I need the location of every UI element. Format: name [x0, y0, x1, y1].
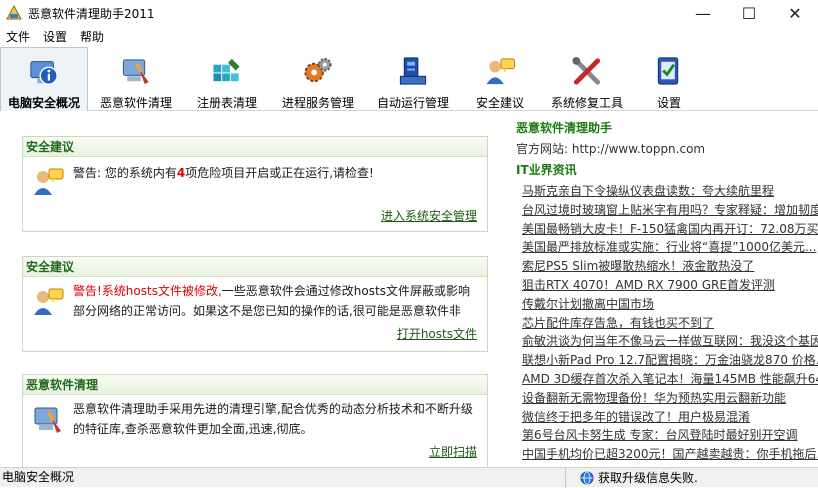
security-advice-card-2: 安全建议 警告!系统hosts文件被修改,一些恶意软件会通过修改hosts文件屏… — [22, 256, 488, 352]
news-link[interactable]: 传戴尔计划撤离中国市场 — [522, 295, 818, 314]
news-link[interactable]: 中国手机均价已超3200元！国产越卖越贵：你手机拖后... — [522, 445, 818, 464]
news-link[interactable]: 美国最畅销大皮卡！F-150猛禽国内再开订：72.08万买... — [522, 220, 818, 239]
news-link[interactable]: 索尼PS5 Slim被曝散热缩水！液金散热没了 — [522, 257, 818, 276]
news-link[interactable]: 设备翻新无需物理备份！华为预热实用云翻新功能 — [522, 389, 818, 408]
tab-label: 电脑安全概况 — [7, 96, 80, 110]
news-link[interactable]: 微信终于把多年的错误改了！用户极易混淆 — [522, 408, 818, 427]
news-link[interactable]: 第6号台风卡努生成 专家：台风登陆时最好别开空调 — [522, 426, 818, 445]
registry-clean-icon — [213, 58, 240, 82]
menu-file[interactable]: 文件 — [0, 28, 37, 45]
malware-clean-icon — [122, 59, 149, 85]
status-current-view: 电脑安全概况 — [0, 467, 566, 488]
tab-registry-clean[interactable]: 注册表清理 — [184, 47, 270, 111]
news-link[interactable]: 俞敏洪谈为何当年不像马云一样做互联网：我没这个基因 — [522, 332, 818, 351]
status-update: 获取升级信息失败. — [566, 469, 698, 486]
news-link[interactable]: 联想小新Pad Pro 12.7配置揭晓：万金油骁龙870 价格... — [522, 351, 818, 370]
news-link[interactable]: AMD 3D缓存首次杀入笔记本！海量145MB 性能飙升64 — [522, 370, 818, 389]
gears-icon — [304, 57, 332, 83]
repair-tools-icon — [572, 56, 601, 85]
minimize-button[interactable]: — — [680, 0, 726, 26]
danger-count: 4 — [176, 166, 186, 180]
malware-clean-card: 恶意软件清理 恶意软件清理助手采用先进的清理引擎,配合优秀的动态分析技术和不断升… — [22, 374, 488, 467]
news-link[interactable]: 马斯克亲自下令操纵仪表盘读数：夸大续航里程 — [522, 182, 818, 201]
advisor-icon — [34, 168, 64, 195]
product-title: 恶意软件清理助手 — [516, 121, 613, 135]
overview-panel: 安全建议 警告: 您的系统内有4项危险项目开启或正在运行,请检查! 进入系统安全… — [0, 112, 508, 467]
globe-icon — [580, 471, 594, 484]
tab-label: 进程服务管理 — [281, 96, 354, 110]
tab-settings[interactable]: 设置 — [634, 47, 704, 111]
autorun-icon — [399, 57, 427, 85]
hosts-warning: 警告!系统hosts文件被修改, — [73, 284, 222, 298]
computer-info-icon — [30, 61, 58, 85]
card-message: 恶意软件清理助手采用先进的清理引擎,配合优秀的动态分析技术和不断升级的特征库,查… — [73, 402, 473, 436]
news-link[interactable]: 台风过境时玻璃窗上贴米字有用吗？专家释疑：增加韧度 — [522, 201, 818, 220]
card-title: 恶意软件清理 — [23, 375, 487, 395]
main-toolbar: 电脑安全概况 恶意软件清理 注册表清理 进程服务管理 自动运行管理 安全建议 系… — [0, 47, 818, 111]
settings-checklist-icon — [657, 57, 679, 85]
news-link[interactable]: 芯片配件库存告急，有钱也买不到了 — [522, 314, 818, 333]
scan-now-link[interactable]: 立即扫描 — [429, 443, 477, 460]
tab-label: 注册表清理 — [196, 96, 257, 110]
card-message: 警告!系统hosts文件被修改,一些恶意软件会通过修改hosts文件屏蔽或影响部… — [73, 284, 470, 318]
status-bar: 电脑安全概况 获取升级信息失败. — [0, 467, 818, 488]
open-hosts-link[interactable]: 打开hosts文件 — [397, 325, 477, 342]
menu-settings[interactable]: 设置 — [37, 28, 74, 45]
window-title: 恶意软件清理助手2011 — [28, 6, 155, 21]
info-panel: 恶意软件清理助手 官方网站: http://www.toppn.com IT业界… — [508, 112, 818, 467]
tab-security-advice[interactable]: 安全建议 — [460, 47, 540, 111]
tab-label: 系统修复工具 — [550, 96, 623, 110]
card-title: 安全建议 — [23, 257, 487, 277]
tab-label: 设置 — [656, 96, 681, 110]
news-list: 马斯克亲自下令操纵仪表盘读数：夸大续航里程 台风过境时玻璃窗上贴米字有用吗？专家… — [522, 182, 818, 464]
maximize-button[interactable]: ☐ — [726, 0, 772, 26]
security-advice-icon — [486, 58, 516, 85]
menu-help[interactable]: 帮助 — [74, 28, 111, 45]
card-title: 安全建议 — [23, 137, 487, 157]
news-link[interactable]: 狙击RTX 4070！AMD RX 7900 GRE首发评测 — [522, 276, 818, 295]
news-link[interactable]: 美国最严排放标准或实施：行业将“喜提”1000亿美元... — [522, 238, 818, 257]
app-logo-icon — [6, 5, 22, 20]
tab-label: 安全建议 — [475, 96, 524, 110]
news-section-title: IT业界资讯 — [516, 163, 577, 177]
tab-autorun[interactable]: 自动运行管理 — [366, 47, 460, 111]
malware-clean-icon — [34, 407, 61, 433]
card-message: 警告: 您的系统内有4项危险项目开启或正在运行,请检查! — [73, 166, 374, 180]
tab-system-repair-tools[interactable]: 系统修复工具 — [540, 47, 634, 111]
tab-computer-security-overview[interactable]: 电脑安全概况 — [0, 47, 88, 111]
close-button[interactable]: ✕ — [772, 0, 818, 26]
tab-malware-clean[interactable]: 恶意软件清理 — [88, 47, 184, 111]
title-bar: 恶意软件清理助手2011 — ☐ ✕ — [0, 0, 818, 26]
advisor-icon — [34, 288, 64, 315]
menu-bar: 文件 设置 帮助 — [0, 26, 818, 46]
security-advice-card-1: 安全建议 警告: 您的系统内有4项危险项目开启或正在运行,请检查! 进入系统安全… — [22, 136, 488, 232]
tab-label: 自动运行管理 — [376, 96, 449, 110]
tab-label: 恶意软件清理 — [99, 96, 172, 110]
tab-process-service[interactable]: 进程服务管理 — [270, 47, 366, 111]
update-status-text: 获取升级信息失败. — [598, 471, 698, 485]
system-security-link[interactable]: 进入系统安全管理 — [381, 207, 477, 224]
official-site[interactable]: 官方网站: http://www.toppn.com — [516, 140, 705, 157]
window-controls: — ☐ ✕ — [680, 0, 818, 26]
